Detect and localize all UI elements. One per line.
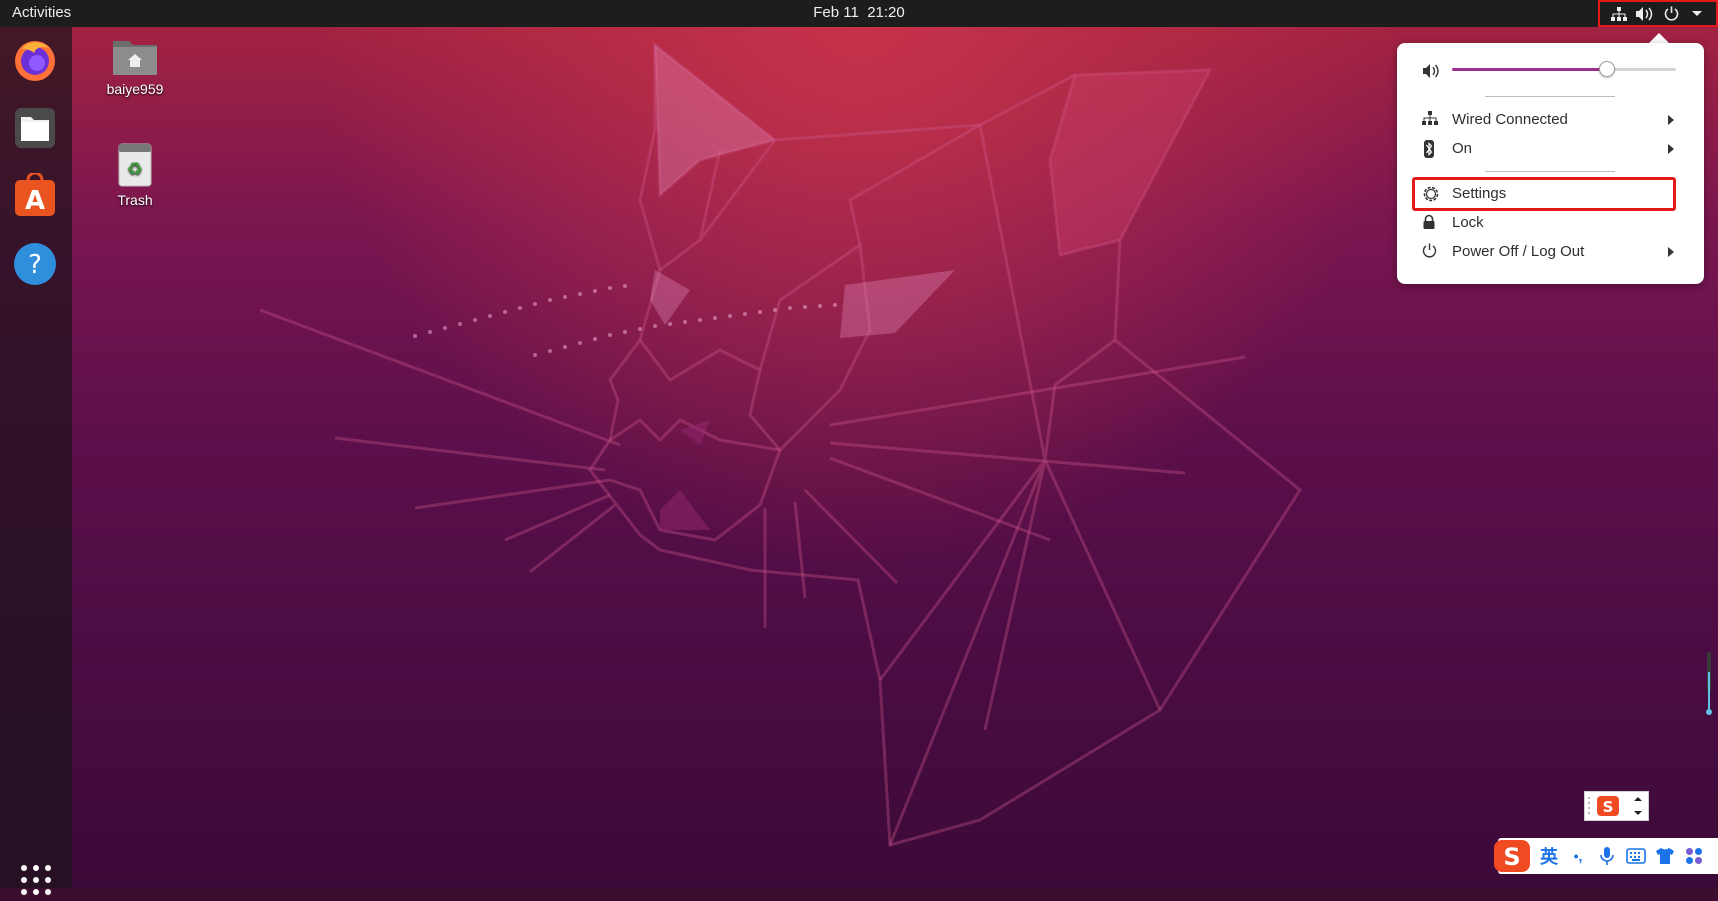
system-tray[interactable] (1598, 0, 1718, 27)
dock-firefox[interactable] (12, 37, 58, 83)
dock-files[interactable] (12, 105, 58, 151)
bluetooth-icon (1422, 140, 1440, 158)
settings-highlight-box (1412, 177, 1676, 211)
firefox-icon (15, 41, 55, 81)
home-folder-icon (111, 35, 159, 77)
desktop-icon-label: Trash (117, 192, 153, 208)
top-bar: Activities Feb 11 21:20 (0, 0, 1718, 27)
activities-button[interactable]: Activities (12, 4, 71, 21)
volume-slider[interactable] (1452, 61, 1676, 77)
submenu-arrow-icon (1668, 247, 1674, 257)
clock-date: Feb 11 (813, 4, 859, 21)
software-icon: A (15, 171, 55, 216)
ime-mode-toggle[interactable]: 英 (1537, 844, 1561, 868)
skin-icon[interactable] (1653, 844, 1677, 868)
power-icon (1422, 243, 1440, 261)
keyboard-icon[interactable] (1624, 844, 1648, 868)
svg-text:A: A (25, 186, 45, 216)
menu-separator (1485, 96, 1615, 97)
clock-time: 21:20 (867, 4, 905, 21)
clock-button[interactable]: Feb 11 21:20 (813, 4, 904, 21)
lock-icon (1422, 214, 1440, 232)
menu-item-network[interactable]: Wired Connected (1397, 107, 1704, 133)
apps-icon[interactable] (1682, 844, 1706, 868)
submenu-arrow-icon (1668, 115, 1674, 125)
svg-text:?: ? (28, 250, 42, 280)
dock-help[interactable]: ? (12, 241, 58, 287)
microphone-icon[interactable] (1595, 844, 1619, 868)
volume-row (1397, 59, 1704, 85)
system-menu: Wired Connected On Settings Lock Power O… (1397, 43, 1704, 284)
menu-item-label: On (1452, 140, 1473, 157)
network-icon (1609, 4, 1629, 24)
menu-item-bluetooth[interactable]: On (1397, 136, 1704, 162)
menu-separator (1485, 171, 1615, 172)
chevron-down-icon (1687, 4, 1707, 24)
menu-item-power[interactable]: Power Off / Log Out (1397, 239, 1704, 265)
menu-item-lock[interactable]: Lock (1397, 210, 1704, 236)
grid-icon (21, 865, 51, 895)
sogou-icon[interactable]: S (1492, 838, 1532, 874)
ime-floating-toolbar[interactable]: S (1584, 791, 1649, 821)
volume-slider-knob[interactable] (1598, 61, 1615, 77)
ime-punctuation-toggle[interactable]: •, (1566, 844, 1590, 868)
dock-software[interactable]: A (12, 171, 58, 219)
volume-icon (1635, 4, 1655, 24)
network-icon (1422, 111, 1440, 129)
help-icon: ? (14, 243, 56, 285)
volume-slider-fill (1452, 68, 1607, 71)
volume-icon (1422, 63, 1440, 81)
menu-item-label: Wired Connected (1452, 111, 1568, 128)
show-applications-button[interactable] (20, 864, 52, 896)
dock: A ? (0, 27, 72, 895)
submenu-arrow-icon (1668, 144, 1674, 154)
desktop-icon-home[interactable]: baiye959 (87, 35, 183, 97)
ime-status-bar: S 英 •, (1494, 838, 1718, 874)
files-icon (15, 108, 55, 148)
menu-item-label: Power Off / Log Out (1452, 243, 1585, 260)
svg-text:♻: ♻ (127, 159, 143, 180)
scroll-indicator[interactable] (1706, 652, 1712, 718)
desktop-icon-label: baiye959 (106, 81, 164, 97)
menu-item-label: Lock (1452, 214, 1484, 231)
trash-icon: ♻ (115, 142, 155, 188)
svg-text:S: S (1603, 798, 1614, 816)
desktop-icon-trash[interactable]: ♻ Trash (87, 142, 183, 208)
power-icon (1661, 4, 1681, 24)
clock: Feb 11 21:20 (0, 4, 1718, 21)
svg-text:S: S (1503, 843, 1520, 871)
